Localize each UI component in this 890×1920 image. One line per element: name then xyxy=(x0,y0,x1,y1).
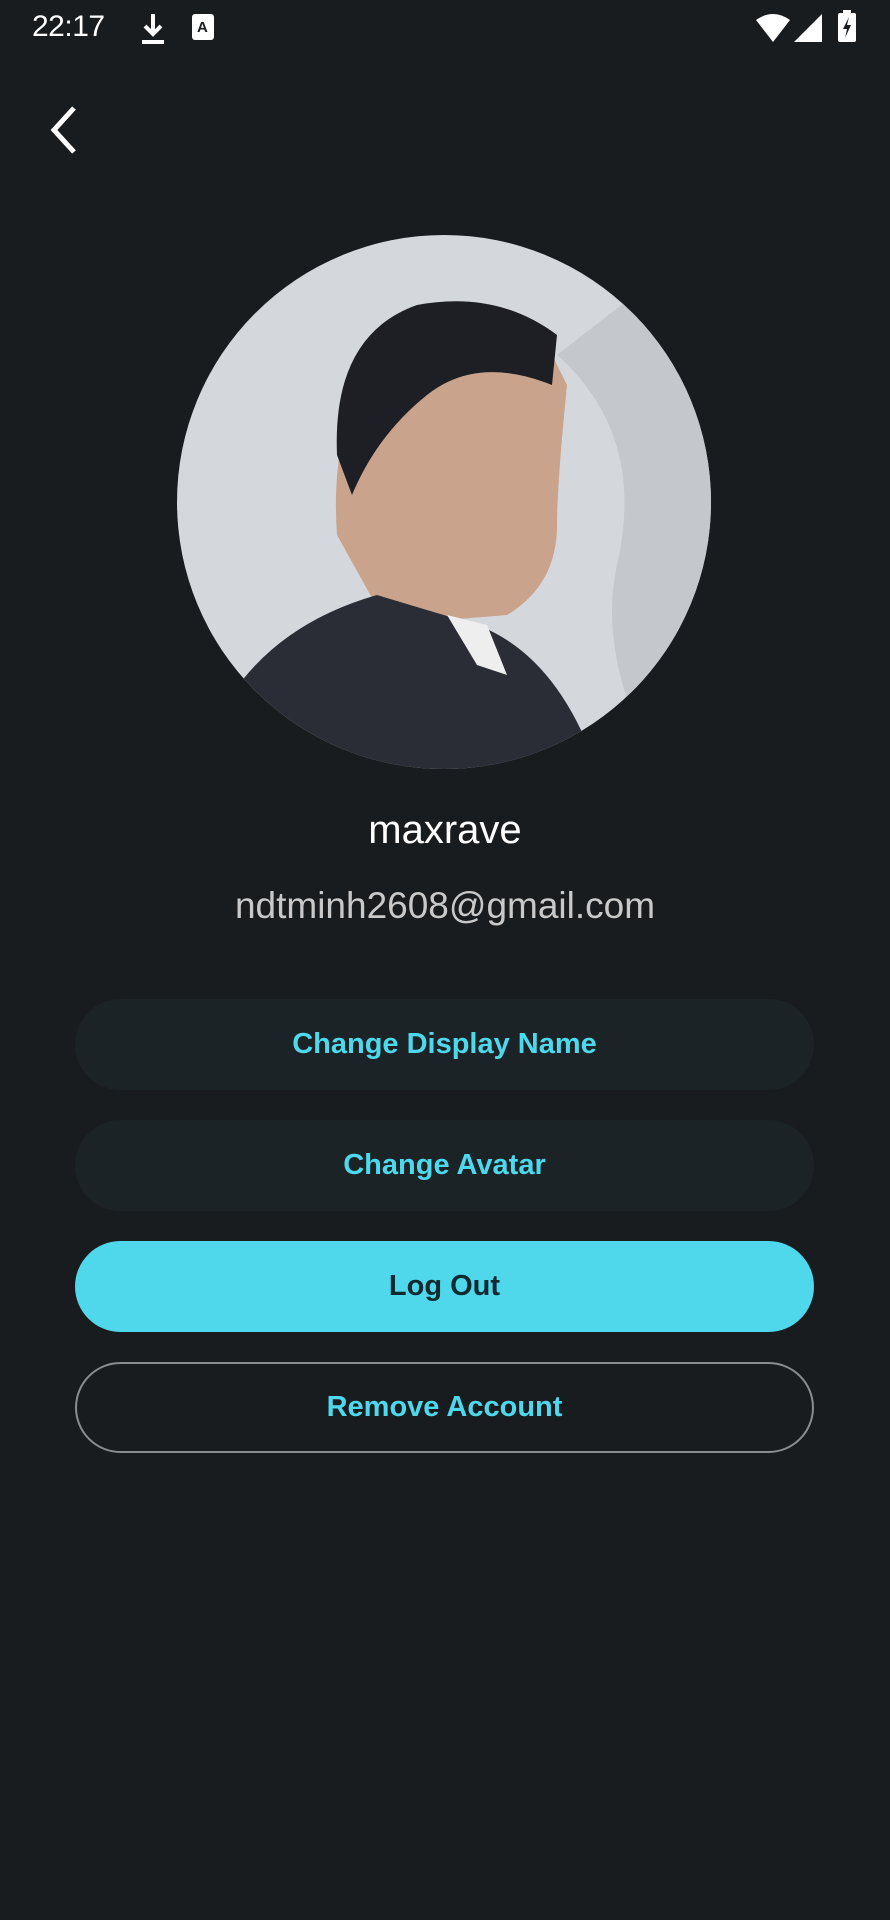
battery-charging-icon xyxy=(838,10,856,42)
signal-icon xyxy=(794,14,822,42)
font-a-icon: A xyxy=(192,14,214,40)
remove-account-button[interactable]: Remove Account xyxy=(75,1362,814,1453)
display-name: maxrave xyxy=(368,808,522,852)
avatar-photo xyxy=(177,235,711,769)
status-bar: 22:17 A xyxy=(0,0,890,56)
avatar[interactable] xyxy=(177,235,711,769)
log-out-button[interactable]: Log Out xyxy=(75,1241,814,1332)
wifi-icon xyxy=(756,14,790,42)
email-address: ndtminh2608@gmail.com xyxy=(234,885,656,926)
svg-text:A: A xyxy=(197,19,208,36)
status-time: 22:17 xyxy=(32,10,105,43)
download-icon xyxy=(142,14,164,44)
back-button[interactable] xyxy=(40,100,90,156)
change-display-name-button[interactable]: Change Display Name xyxy=(75,999,814,1090)
chevron-left-icon xyxy=(50,106,76,154)
change-avatar-button[interactable]: Change Avatar xyxy=(75,1120,814,1211)
